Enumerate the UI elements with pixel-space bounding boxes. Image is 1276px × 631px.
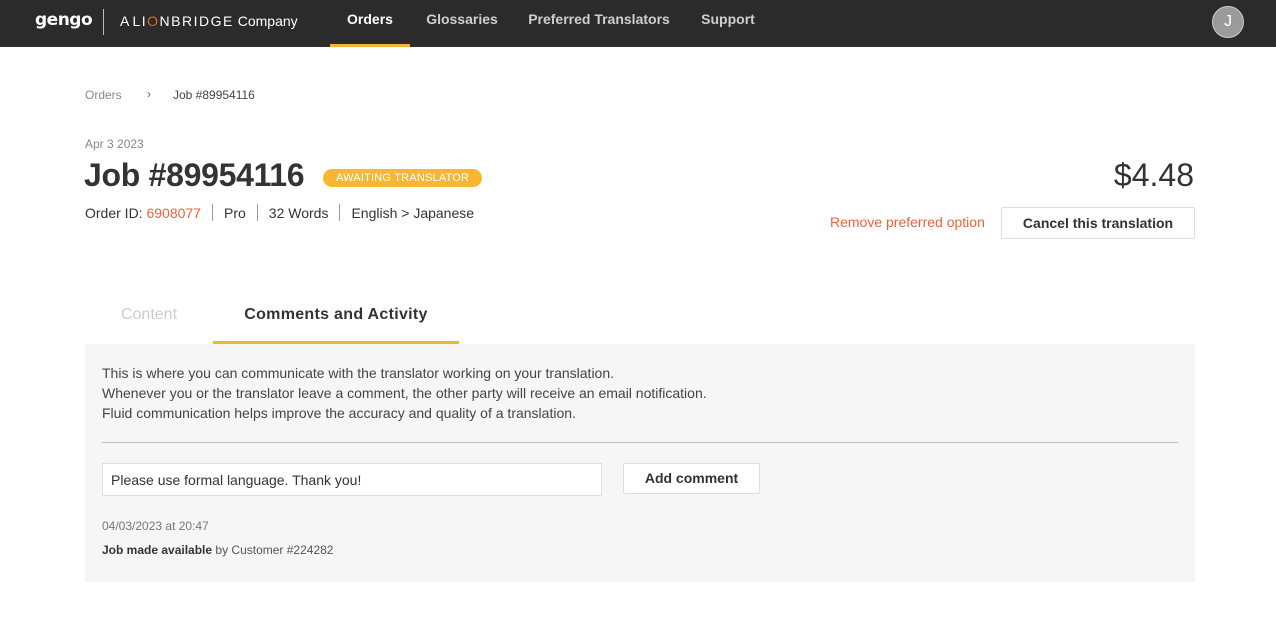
lionbridge-company-logo: A LIONBRIDGE Company (120, 13, 298, 29)
meta-divider (211, 204, 213, 221)
user-avatar[interactable]: J (1212, 6, 1244, 38)
order-id-label: Order ID: (85, 204, 143, 221)
company-suffix: Company (237, 13, 298, 29)
company-brand-pre: LI (132, 13, 148, 29)
job-meta: Order ID: 6908077 Pro 32 Words English >… (85, 204, 474, 221)
company-prefix: A (120, 13, 129, 29)
tier-label: Pro (223, 204, 246, 221)
tab-content[interactable]: Content (85, 296, 213, 344)
activity-entry: Job made available by Customer #224282 (102, 543, 333, 557)
language-pair: English > Japanese (351, 204, 475, 221)
job-date: Apr 3 2023 (85, 137, 144, 151)
comment-input[interactable] (102, 463, 602, 496)
nav-item-orders[interactable]: Orders (330, 0, 410, 47)
company-brand: LIONBRIDGE (132, 13, 233, 29)
nav-item-support[interactable]: Support (694, 0, 762, 47)
breadcrumb-current: Job #89954116 (173, 88, 255, 102)
gengo-logo[interactable]: gengo (35, 10, 93, 30)
activity-author: by Customer #224282 (215, 543, 334, 557)
nav-item-preferred-translators[interactable]: Preferred Translators (524, 0, 674, 47)
comments-panel: This is where you can communicate with t… (85, 344, 1195, 582)
job-price: $4.48 (1113, 157, 1194, 193)
breadcrumb-orders-link[interactable]: Orders (85, 88, 122, 102)
status-badge: AWAITING TRANSLATOR (323, 169, 483, 187)
chevron-right-icon: › (147, 87, 151, 101)
meta-divider (256, 204, 258, 221)
company-brand-accent: O (147, 13, 160, 29)
info-text: Whenever you or the translator leave a c… (102, 385, 707, 401)
remove-preferred-option-link[interactable]: Remove preferred option (830, 214, 985, 230)
nav-item-glossaries[interactable]: Glossaries (420, 0, 504, 47)
company-brand-post: NBRIDGE (159, 13, 234, 29)
word-count: 32 Words (268, 204, 329, 221)
cancel-translation-button[interactable]: Cancel this translation (1001, 207, 1195, 239)
tab-comments-and-activity[interactable]: Comments and Activity (213, 296, 459, 344)
add-comment-button[interactable]: Add comment (623, 463, 760, 494)
page-title: Job #89954116 (84, 157, 305, 193)
activity-action: Job made available (102, 543, 213, 557)
meta-divider (339, 204, 341, 221)
info-text: This is where you can communicate with t… (102, 365, 615, 381)
divider (102, 442, 1178, 443)
order-id-link[interactable]: 6908077 (146, 205, 201, 221)
info-text: Fluid communication helps improve the ac… (102, 405, 576, 421)
top-nav-bar: gengo A LIONBRIDGE Company Orders Glossa… (0, 0, 1276, 47)
logo-divider (103, 9, 104, 35)
activity-timestamp: 04/03/2023 at 20:47 (102, 519, 209, 533)
